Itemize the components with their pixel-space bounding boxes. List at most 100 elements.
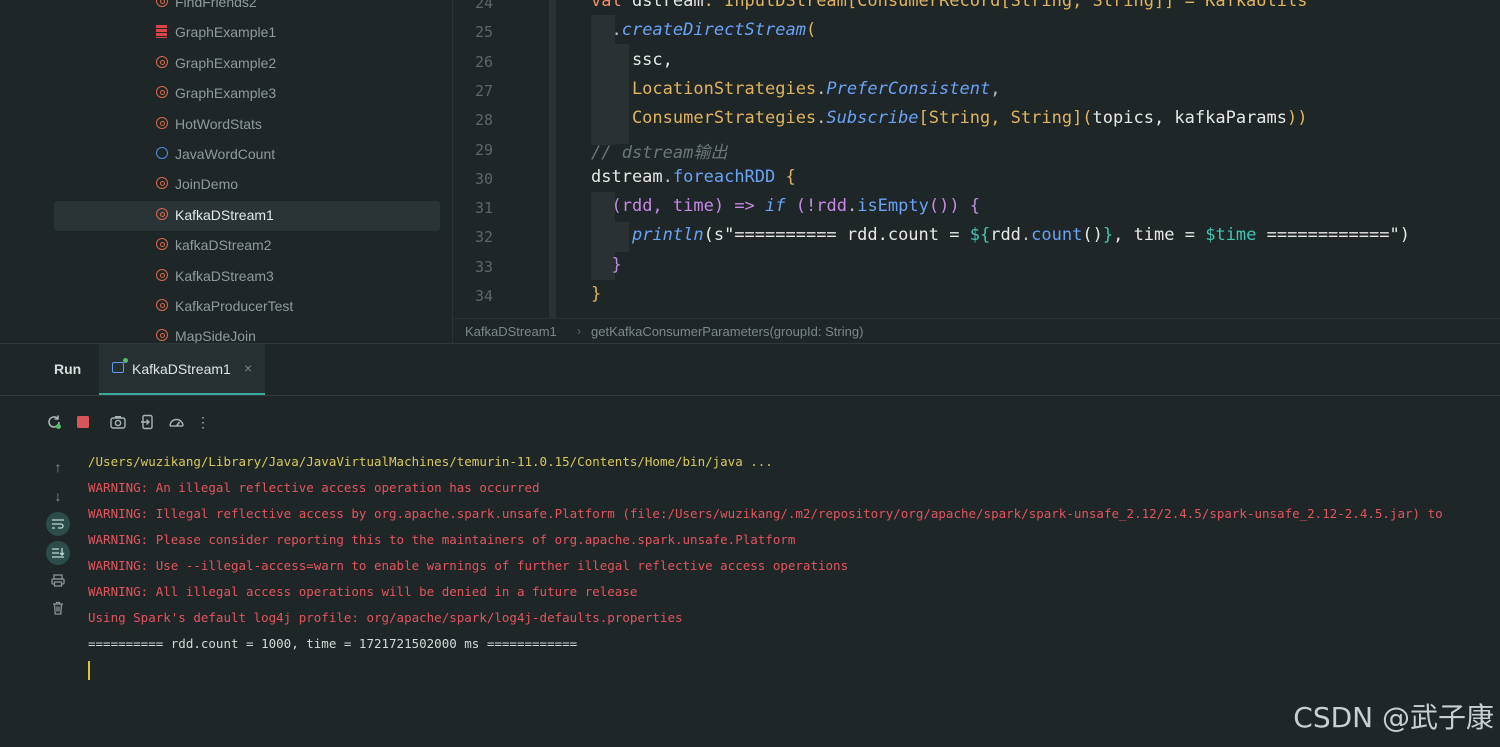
more-options-icon[interactable]: ⋮ xyxy=(193,412,213,432)
code-token: () xyxy=(1082,225,1103,246)
code-line[interactable]: // dstream输出 xyxy=(591,138,727,163)
run-panel: Run KafkaDStream1 × ⋮ ↑ ↓ /Users/wuzikan… xyxy=(0,343,1500,747)
arrow-down-icon[interactable]: ↓ xyxy=(44,485,72,507)
gauge-icon[interactable] xyxy=(166,412,186,432)
tree-item[interactable]: kafkaDStream2 xyxy=(54,231,440,261)
console-line: WARNING: An illegal reflective access op… xyxy=(88,480,540,495)
code-line[interactable]: } xyxy=(591,255,621,275)
tree-item[interactable]: JavaWordCount xyxy=(54,140,440,170)
tree-item[interactable]: GraphExample2 xyxy=(54,49,440,79)
code-token: isEmpty xyxy=(857,196,929,217)
line-number: 30 xyxy=(474,169,493,188)
scope-indicator xyxy=(549,0,556,318)
code-line[interactable]: LocationStrategies.PreferConsistent, xyxy=(591,78,1001,99)
code-token: dstream xyxy=(591,166,663,187)
code-token: ============") xyxy=(1256,225,1410,246)
code-line[interactable]: ssc, xyxy=(591,50,673,70)
tree-item-label: GraphExample1 xyxy=(175,24,277,41)
tree-item[interactable]: GraphExample3 xyxy=(54,79,440,109)
console-line: WARNING: All illegal access operations w… xyxy=(88,584,638,599)
java-class-icon xyxy=(156,147,168,159)
tree-item-label: KafkaProducerTest xyxy=(175,298,294,314)
line-number: 26 xyxy=(474,52,493,71)
scala-object-icon xyxy=(156,299,168,311)
tree-item[interactable]: GraphExample1 xyxy=(54,18,440,48)
code-token: ${ xyxy=(969,225,991,246)
console-line: WARNING: Use --illegal-access=warn to en… xyxy=(88,558,849,573)
tree-item[interactable]: HotWordStats xyxy=(54,110,440,140)
tree-item-label: MapSideJoin xyxy=(175,328,256,343)
breadcrumb-method[interactable]: getKafkaConsumerParameters(groupId: Stri… xyxy=(591,324,863,339)
code-token: . xyxy=(816,108,827,129)
code-token: } xyxy=(591,284,602,304)
code-token: )) xyxy=(1287,108,1308,129)
line-number: 24 xyxy=(474,0,493,12)
tree-item[interactable]: KafkaProducerTest xyxy=(54,292,440,322)
scala-object-icon xyxy=(156,329,168,342)
tree-item-label: GraphExample2 xyxy=(175,54,277,71)
code-token: $time xyxy=(1205,225,1257,246)
code-token: (! xyxy=(785,196,817,217)
tree-item-label: KafkaDStream1 xyxy=(175,206,274,223)
code-line[interactable]: (rdd, time) => if (!rdd.isEmpty()) { xyxy=(591,196,980,216)
code-token: . xyxy=(1020,225,1032,246)
arrow-up-icon[interactable]: ↑ xyxy=(44,456,72,478)
soft-wrap-icon[interactable] xyxy=(46,512,70,536)
code-token: } xyxy=(1102,225,1114,246)
code-line[interactable]: } xyxy=(591,284,601,304)
code-token: PreferConsistent xyxy=(826,78,991,99)
tree-item[interactable]: KafkaDStream3 xyxy=(54,262,440,292)
line-number: 28 xyxy=(474,111,493,130)
code-token: println xyxy=(631,225,704,246)
tree-item[interactable]: JoinDemo xyxy=(54,170,440,200)
code-token: ConsumerStrategies xyxy=(591,108,817,129)
exit-icon[interactable] xyxy=(138,412,158,432)
console-line: ========== rdd.count = 1000, time = 1721… xyxy=(88,636,578,651)
code-line[interactable]: ConsumerStrategies.Subscribe[String, Str… xyxy=(591,108,1308,128)
code-token: createDirectStream xyxy=(621,20,806,41)
print-icon[interactable] xyxy=(44,569,72,591)
tree-item-label: KafkaDStream3 xyxy=(175,267,274,284)
code-line[interactable]: println(s"========== rdd.count = ${rdd.c… xyxy=(591,225,1410,245)
breadcrumb-separator-icon: › xyxy=(577,324,581,338)
scala-object-icon xyxy=(156,207,168,220)
run-config-icon xyxy=(112,358,128,373)
code-token: , time = xyxy=(1113,225,1206,246)
code-token: if xyxy=(765,196,786,217)
run-tab[interactable]: KafkaDStream1 × xyxy=(99,344,265,395)
code-editor[interactable]: 24 val dstream: InputDStream[ConsumerReco… xyxy=(453,0,1500,318)
watermark: CSDN @武子康 xyxy=(1293,701,1494,734)
code-token: . xyxy=(662,166,673,187)
code-token: . xyxy=(846,196,858,217)
breadcrumb: KafkaDStream1 › getKafkaConsumerParamete… xyxy=(453,318,1500,344)
tree-item-label: HotWordStats xyxy=(175,115,262,132)
scala-object-icon xyxy=(156,86,168,99)
code-token: { xyxy=(775,166,796,187)
console-caret xyxy=(88,661,90,680)
breadcrumb-file[interactable]: KafkaDStream1 xyxy=(465,324,557,339)
code-token: . xyxy=(816,78,827,99)
code-line[interactable]: .createDirectStream( xyxy=(591,20,816,40)
code-token: // xyxy=(591,142,622,163)
scala-object-icon xyxy=(156,116,168,129)
code-token: ) => xyxy=(713,196,766,217)
rerun-icon[interactable] xyxy=(44,412,64,432)
code-line[interactable]: dstream.foreachRDD { xyxy=(591,167,796,187)
trash-icon[interactable] xyxy=(44,597,72,619)
code-line[interactable]: val dstream: InputDStream[ConsumerRecord… xyxy=(591,0,1307,11)
stop-icon[interactable] xyxy=(73,412,93,432)
tree-item[interactable]: KafkaDStream1 xyxy=(54,200,440,231)
tree-item[interactable]: MapSideJoin xyxy=(54,322,440,343)
code-token: LocationStrategies xyxy=(591,78,817,99)
scroll-to-end-icon[interactable] xyxy=(46,541,70,565)
code-token: ( xyxy=(591,196,622,217)
line-number: 33 xyxy=(474,257,493,276)
run-tabbar: Run KafkaDStream1 × xyxy=(0,344,1500,396)
code-token: rdd xyxy=(816,196,847,217)
code-token: dstream xyxy=(631,0,704,11)
code-token: ( xyxy=(805,20,817,41)
code-token: dstream输出 xyxy=(621,142,728,163)
close-icon[interactable]: × xyxy=(244,360,252,376)
camera-icon[interactable] xyxy=(108,412,128,432)
tree-item[interactable]: FindFriends2 xyxy=(54,0,440,18)
